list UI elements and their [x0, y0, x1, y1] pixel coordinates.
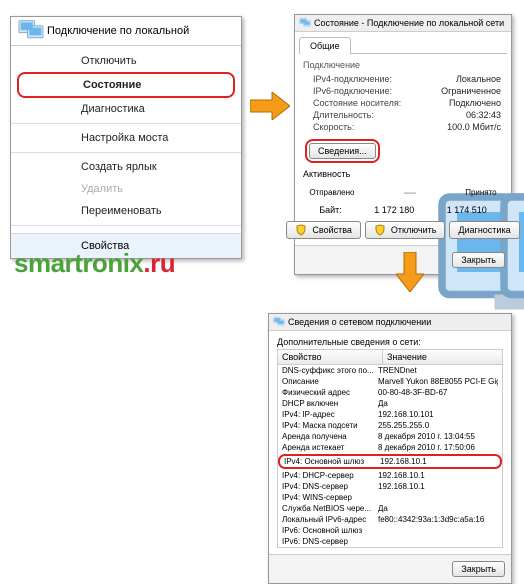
table-row[interactable]: Служба NetBIOS чере...Да — [278, 503, 502, 514]
col-property: Свойство — [278, 350, 383, 364]
table-row[interactable]: Аренда истекает8 декабря 2010 г. 17:50:0… — [278, 442, 502, 453]
status-row: Длительность:06:32:43 — [303, 109, 503, 121]
table-row[interactable]: DHCP включенДа — [278, 398, 502, 409]
menu-item[interactable]: Настройка моста — [11, 127, 241, 149]
status-title: Состояние - Подключение по локальной сет… — [314, 18, 504, 28]
status-row: Состояние носителя:Подключено — [303, 97, 503, 109]
menu-item-status[interactable]: Состояние — [19, 74, 233, 96]
table-row[interactable]: Физический адрес00-80-48-3F-BD-67 — [278, 387, 502, 398]
computer-icon — [429, 182, 453, 202]
shield-icon — [295, 224, 307, 236]
computer-icon — [367, 182, 391, 202]
menu-item[interactable]: Отключить — [11, 50, 241, 72]
table-row[interactable]: IPv4: DHCP-сервер192.168.10.1 — [278, 470, 502, 481]
table-header: Свойство Значение — [278, 350, 502, 365]
menu-item[interactable]: Переименовать — [11, 200, 241, 222]
connection-group: Подключение IPv4-подключение:ЛокальноеIP… — [303, 60, 503, 163]
table-row[interactable]: DNS-суффикс этого по...TRENDnet — [278, 365, 502, 376]
disable-button[interactable]: Отключить — [365, 221, 446, 239]
table-row[interactable]: IPv4: DNS-сервер192.168.10.1 — [278, 481, 502, 492]
details-titlebar: Сведения о сетевом подключении — [269, 314, 511, 331]
network-icon — [299, 17, 311, 29]
status-dialog: Состояние - Подключение по локальной сет… — [294, 14, 512, 275]
menu-item: Удалить — [11, 178, 241, 200]
table-row[interactable]: ОписаниеMarvell Yukon 88E8055 PCI-E Giga… — [278, 376, 502, 387]
table-row[interactable]: IPv6: DNS-сервер — [278, 536, 502, 547]
table-row[interactable]: IPv6: Основной шлюз — [278, 525, 502, 536]
details-label: Дополнительные сведения о сети: — [277, 337, 503, 347]
activity-heading: Активность — [303, 169, 503, 179]
highlight-status: Состояние — [17, 72, 235, 98]
table-row[interactable]: IPv4: Основной шлюз192.168.10.1 — [280, 456, 500, 467]
table-row[interactable]: IPv4: Маска подсети255.255.255.0 — [278, 420, 502, 431]
close-button[interactable]: Закрыть — [452, 252, 505, 268]
shield-icon — [374, 224, 386, 236]
close-button[interactable]: Закрыть — [452, 561, 505, 577]
arrow-down-icon — [396, 252, 424, 292]
activity-group: Активность Отправлено — Принято Байт: 1 … — [303, 169, 503, 215]
arrow-right-icon — [250, 92, 290, 120]
table-row[interactable]: IPv4: WINS-сервер — [278, 492, 502, 503]
tab-general[interactable]: Общие — [299, 37, 351, 54]
details-button[interactable]: Сведения... — [309, 143, 376, 159]
bytes-recv: 1 174 510 — [447, 205, 487, 215]
status-titlebar: Состояние - Подключение по локальной сет… — [295, 15, 511, 32]
highlight-details: Сведения... — [305, 139, 380, 163]
menu-item[interactable]: Создать ярлык — [11, 156, 241, 178]
sent-label: Отправлено — [309, 188, 354, 197]
network-icon — [17, 19, 45, 43]
details-table: Свойство Значение DNS-суффикс этого по..… — [277, 349, 503, 548]
dash-icon: — — [404, 185, 416, 199]
details-dialog: Сведения о сетевом подключении Дополните… — [268, 313, 512, 584]
logo-text: smartronix.ru — [14, 248, 175, 279]
status-row: Скорость:100.0 Мбит/с — [303, 121, 503, 133]
details-title: Сведения о сетевом подключении — [288, 317, 431, 327]
status-row: IPv6-подключение:Ограниченное — [303, 85, 503, 97]
menu-item[interactable]: Диагностика — [11, 98, 241, 120]
diag-button[interactable]: Диагностика — [449, 221, 519, 239]
connection-heading: Подключение — [303, 60, 503, 70]
network-icon — [273, 316, 285, 328]
table-row[interactable]: Аренда получена8 декабря 2010 г. 13:04:5… — [278, 431, 502, 442]
adapter-title: Подключение по локальной — [47, 25, 189, 37]
highlight-gateway: IPv4: Основной шлюз192.168.10.1 — [278, 454, 502, 469]
table-row[interactable]: Локальный IPv6-адресfe80::4342:93a:1:3d9… — [278, 514, 502, 525]
adapter-header: Подключение по локальной — [11, 17, 241, 46]
props-button[interactable]: Свойства — [286, 221, 361, 239]
bytes-sent: 1 172 180 — [374, 205, 414, 215]
table-row[interactable]: IPv4: IP-адрес192.168.10.101 — [278, 409, 502, 420]
recv-label: Принято — [465, 188, 496, 197]
col-value: Значение — [383, 350, 431, 364]
bytes-label: Байт: — [319, 205, 342, 215]
adapter-context-menu: Подключение по локальной ОтключитьСостоя… — [10, 16, 242, 259]
status-row: IPv4-подключение:Локальное — [303, 73, 503, 85]
